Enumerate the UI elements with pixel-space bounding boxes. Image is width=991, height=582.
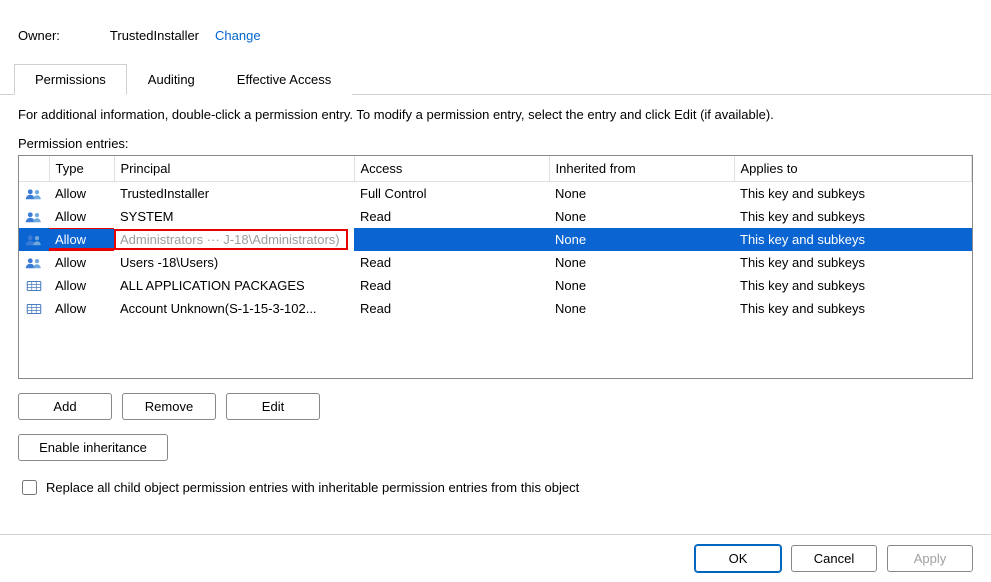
column-icon-spacer xyxy=(19,156,49,182)
dialog-footer: OK Cancel Apply xyxy=(0,534,991,582)
owner-label: Owner: xyxy=(18,28,60,43)
permission-entries-table[interactable]: Type Principal Access Inherited from App… xyxy=(18,155,973,379)
cell-type: Allow xyxy=(49,228,114,251)
cell-principal: SYSTEM xyxy=(114,205,354,228)
cell-inherited: None xyxy=(549,251,734,274)
cell-inherited: None xyxy=(549,274,734,297)
table-row[interactable]: AllowAccount Unknown(S-1-15-3-102...Read… xyxy=(19,297,972,320)
cell-access: Full Control xyxy=(354,182,549,205)
cell-inherited: None xyxy=(549,297,734,320)
cell-type: Allow xyxy=(49,182,114,205)
add-button[interactable]: Add xyxy=(18,393,112,420)
table-row[interactable]: AllowALL APPLICATION PACKAGESReadNoneThi… xyxy=(19,274,972,297)
cell-applies: This key and subkeys xyxy=(734,297,972,320)
cancel-button[interactable]: Cancel xyxy=(791,545,877,572)
group-icon xyxy=(19,205,49,228)
cell-type: Allow xyxy=(49,205,114,228)
instruction-text: For additional information, double-click… xyxy=(18,107,973,122)
replace-child-checkbox[interactable] xyxy=(22,480,37,495)
change-owner-link[interactable]: Change xyxy=(215,28,261,43)
table-row[interactable]: AllowUsers -18\Users)ReadNoneThis key an… xyxy=(19,251,972,274)
cell-type: Allow xyxy=(49,251,114,274)
table-row[interactable]: AllowTrustedInstallerFull ControlNoneThi… xyxy=(19,182,972,205)
column-header-principal[interactable]: Principal xyxy=(114,156,354,182)
column-header-type[interactable]: Type xyxy=(49,156,114,182)
column-header-applies[interactable]: Applies to xyxy=(734,156,972,182)
group-icon xyxy=(19,228,49,251)
group-icon xyxy=(19,182,49,205)
apply-button[interactable]: Apply xyxy=(887,545,973,572)
edit-button[interactable]: Edit xyxy=(226,393,320,420)
tab-permissions[interactable]: Permissions xyxy=(14,64,127,95)
tab-auditing[interactable]: Auditing xyxy=(127,64,216,95)
cell-access xyxy=(354,228,549,251)
cell-applies: This key and subkeys xyxy=(734,182,972,205)
cell-access: Read xyxy=(354,251,549,274)
tab-bar: Permissions Auditing Effective Access xyxy=(0,63,991,95)
package-icon xyxy=(19,297,49,320)
cell-applies: This key and subkeys xyxy=(734,251,972,274)
column-header-access[interactable]: Access xyxy=(354,156,549,182)
column-header-inherited[interactable]: Inherited from xyxy=(549,156,734,182)
cell-type: Allow xyxy=(49,297,114,320)
cell-principal: ALL APPLICATION PACKAGES xyxy=(114,274,354,297)
cell-principal: Administrators ··· J-18\Administrators) xyxy=(114,228,354,251)
cell-access: Read xyxy=(354,297,549,320)
highlight-annotation xyxy=(49,228,114,251)
remove-button[interactable]: Remove xyxy=(122,393,216,420)
cell-inherited: None xyxy=(549,182,734,205)
cell-applies: This key and subkeys xyxy=(734,274,972,297)
package-icon xyxy=(19,274,49,297)
group-icon xyxy=(19,251,49,274)
highlight-annotation-inner xyxy=(114,229,348,250)
replace-child-label: Replace all child object permission entr… xyxy=(46,480,579,495)
cell-access: Read xyxy=(354,205,549,228)
cell-applies: This key and subkeys xyxy=(734,228,972,251)
ok-button[interactable]: OK xyxy=(695,545,781,572)
cell-inherited: None xyxy=(549,228,734,251)
cell-access: Read xyxy=(354,274,549,297)
cell-inherited: None xyxy=(549,205,734,228)
enable-inheritance-button[interactable]: Enable inheritance xyxy=(18,434,168,461)
table-row[interactable]: AllowAdministrators ··· J-18\Administrat… xyxy=(19,228,972,251)
owner-value: TrustedInstaller xyxy=(110,28,199,43)
tab-effective-access[interactable]: Effective Access xyxy=(216,64,352,95)
permission-entries-label: Permission entries: xyxy=(18,136,973,151)
cell-principal: TrustedInstaller xyxy=(114,182,354,205)
cell-principal: Users -18\Users) xyxy=(114,251,354,274)
cell-type: Allow xyxy=(49,274,114,297)
table-row[interactable]: AllowSYSTEMReadNoneThis key and subkeys xyxy=(19,205,972,228)
cell-principal: Account Unknown(S-1-15-3-102... xyxy=(114,297,354,320)
cell-applies: This key and subkeys xyxy=(734,205,972,228)
